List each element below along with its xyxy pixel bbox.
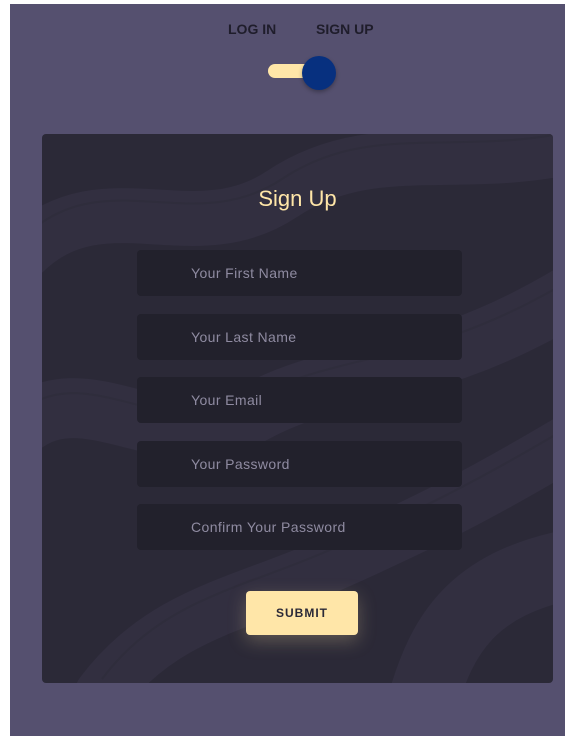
- form-title: Sign Up: [258, 186, 337, 211]
- signup-card: Sign Up SUBMIT: [42, 134, 553, 683]
- email-input[interactable]: [137, 377, 462, 423]
- page-background: LOG IN SIGN UP Sign Up SUBMIT: [10, 4, 565, 736]
- password-input[interactable]: [137, 441, 462, 487]
- last-name-input[interactable]: [137, 314, 462, 360]
- switch-knob[interactable]: [302, 56, 336, 90]
- signup-toggle-label[interactable]: SIGN UP: [316, 21, 374, 37]
- confirm-password-input[interactable]: [137, 504, 462, 550]
- first-name-input[interactable]: [137, 250, 462, 296]
- submit-button[interactable]: SUBMIT: [246, 591, 358, 635]
- auth-mode-switch[interactable]: [268, 56, 336, 90]
- login-toggle-label[interactable]: LOG IN: [228, 21, 276, 37]
